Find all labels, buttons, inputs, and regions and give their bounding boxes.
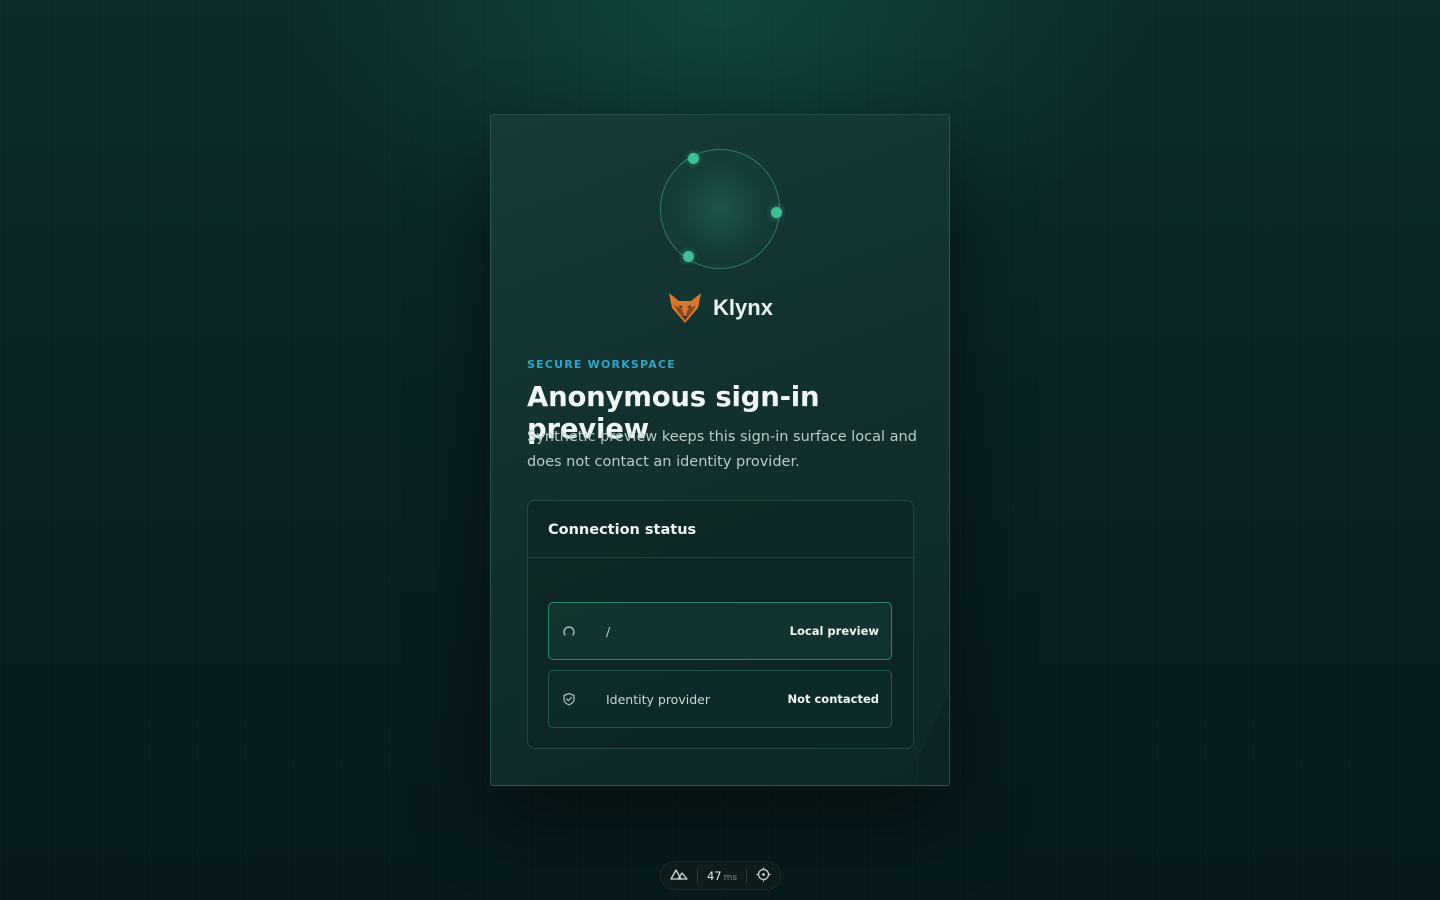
status-row-identity-provider: Identity provider Not contacted [548, 670, 892, 728]
spinner-icon [561, 623, 577, 639]
status-row-label: Identity provider [606, 691, 710, 707]
sign-in-card: Klynx SECURE WORKSPACE Anonymous sign-in… [490, 114, 950, 786]
eyebrow-label: SECURE WORKSPACE [527, 358, 677, 371]
status-row-local: / Local preview [548, 602, 892, 660]
orbit-graphic [660, 149, 782, 269]
orbit-dot [771, 207, 782, 218]
crosshair-icon[interactable] [756, 867, 771, 885]
connection-status-panel: Connection status / Local preview Identi… [527, 500, 914, 749]
latency-readout: 47 ms [707, 869, 737, 883]
divider [696, 868, 698, 883]
status-row-value: Not contacted [787, 692, 879, 706]
fox-head-icon [667, 291, 703, 325]
orbit-dot [683, 251, 694, 262]
brand-name: Klynx [713, 295, 773, 320]
brand: Klynx [491, 291, 949, 325]
latency-value: 47 [706, 868, 722, 883]
divider [746, 868, 748, 883]
dev-toolbar[interactable]: 47 ms [660, 861, 781, 890]
shield-check-icon [561, 691, 577, 707]
status-title: Connection status [548, 522, 697, 538]
status-row-value: Local preview [789, 624, 879, 638]
nuxt-logo-icon[interactable] [670, 868, 688, 883]
status-row-label: / [606, 623, 611, 639]
page-description: Synthetic preview keeps this sign-in sur… [527, 429, 917, 470]
latency-unit: ms [723, 872, 738, 883]
status-header: Connection status [528, 501, 913, 558]
orbit-dot [688, 153, 699, 164]
